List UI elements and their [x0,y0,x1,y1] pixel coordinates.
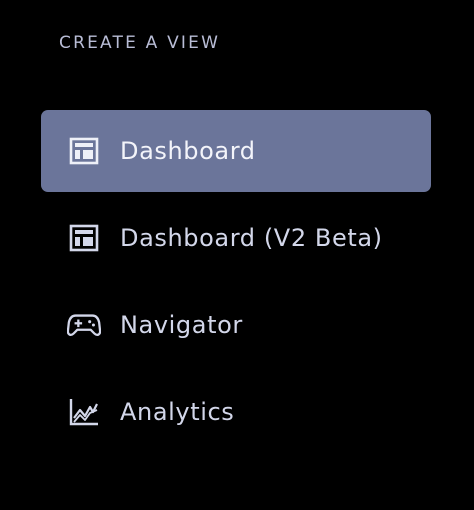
menu-item-navigator[interactable]: Navigator [41,284,431,366]
menu-item-label: Dashboard [120,137,256,165]
menu-item-dashboard[interactable]: Dashboard [41,110,431,192]
section-title: CREATE A VIEW [59,33,221,53]
view-menu: Dashboard Dashboard (V2 Beta) Navigator … [41,110,431,458]
menu-item-dashboard-v2-beta[interactable]: Dashboard (V2 Beta) [41,197,431,279]
line-chart-icon [67,397,101,427]
menu-item-label: Dashboard (V2 Beta) [120,224,383,252]
menu-item-label: Navigator [120,311,243,339]
gamepad-icon [67,310,101,340]
create-view-panel: CREATE A VIEW Dashboard Dashboard (V2 Be… [0,0,474,510]
dashboard-icon [67,223,101,253]
menu-item-label: Analytics [120,398,235,426]
menu-item-analytics[interactable]: Analytics [41,371,431,453]
dashboard-icon [67,136,101,166]
